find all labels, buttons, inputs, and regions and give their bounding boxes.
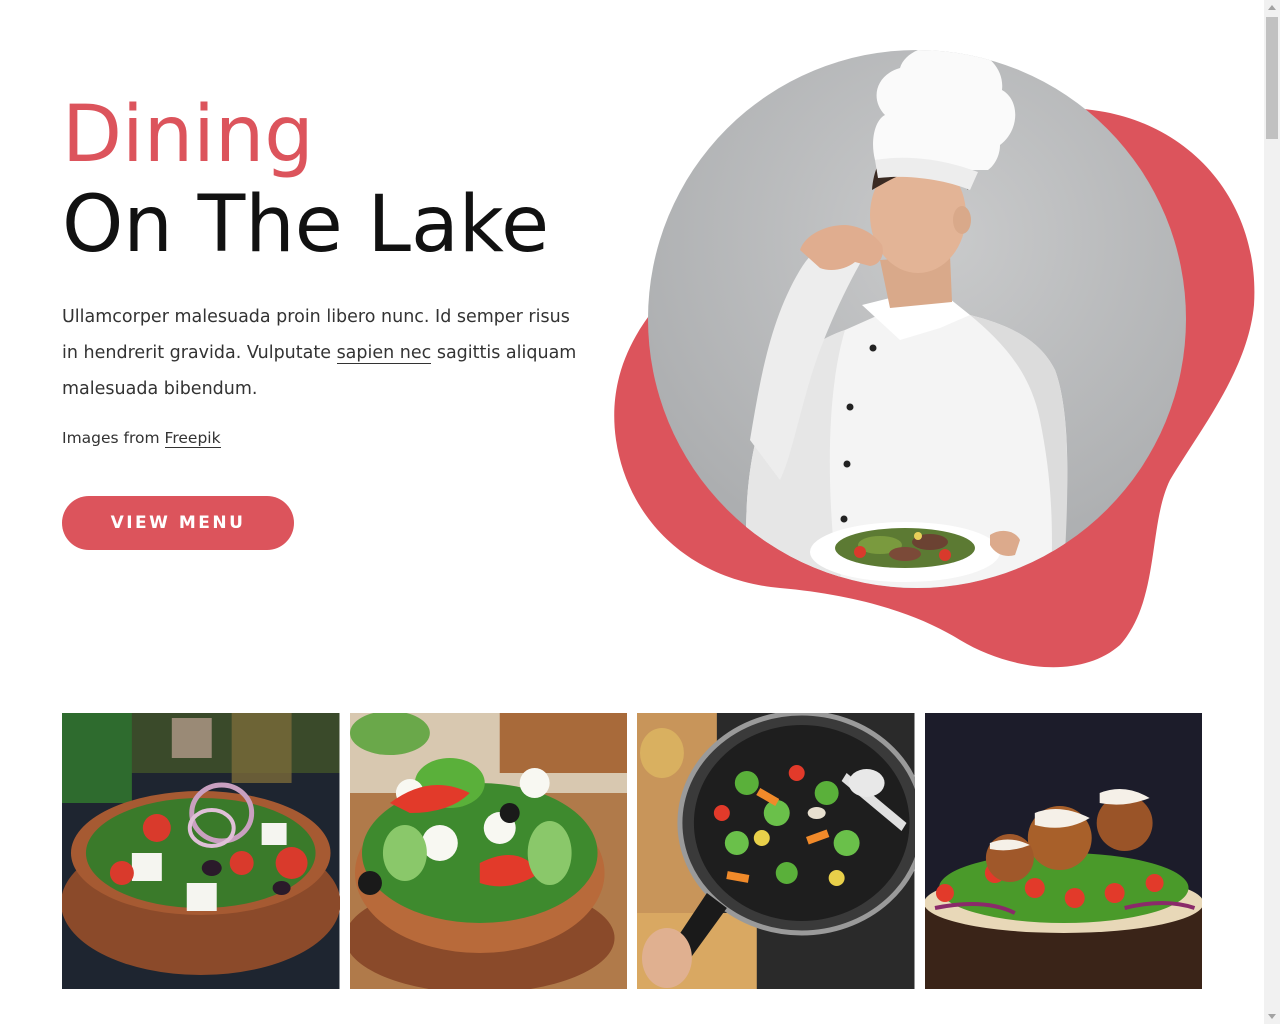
- gallery-item-falafel[interactable]: [924, 713, 1202, 989]
- gallery-item-mozzarella-salad[interactable]: [349, 713, 627, 989]
- hero-title-main: On The Lake: [62, 180, 550, 270]
- view-menu-button[interactable]: VIEW MENU: [62, 496, 294, 550]
- sapien-nec-link[interactable]: sapien nec: [336, 343, 432, 364]
- mozzarella-salad-image: [349, 713, 627, 989]
- image-credit: Images from Freepik: [62, 426, 221, 450]
- freepik-link[interactable]: Freepik: [164, 429, 221, 448]
- page: Dining On The Lake Ullamcorper malesuada…: [0, 0, 1264, 1024]
- food-gallery: [62, 713, 1202, 989]
- hero-title: Dining On The Lake: [62, 90, 549, 270]
- stir-fry-image: [637, 713, 915, 989]
- gallery-item-greek-salad[interactable]: [62, 713, 340, 989]
- scroll-thumb[interactable]: [1266, 17, 1278, 139]
- falafel-image: [924, 713, 1202, 989]
- greek-salad-image: [62, 713, 340, 989]
- hero-title-accent: Dining: [62, 90, 314, 180]
- gallery-item-stir-fry[interactable]: [637, 713, 915, 989]
- vertical-scrollbar[interactable]: [1264, 0, 1280, 1024]
- hero-description: Ullamcorper malesuada proin libero nunc.…: [62, 299, 582, 407]
- credit-text: Images from: [62, 429, 165, 447]
- hero-chef-image: [614, 50, 1255, 668]
- scroll-up-arrow-icon[interactable]: [1268, 5, 1276, 10]
- scroll-down-arrow-icon[interactable]: [1268, 1014, 1276, 1019]
